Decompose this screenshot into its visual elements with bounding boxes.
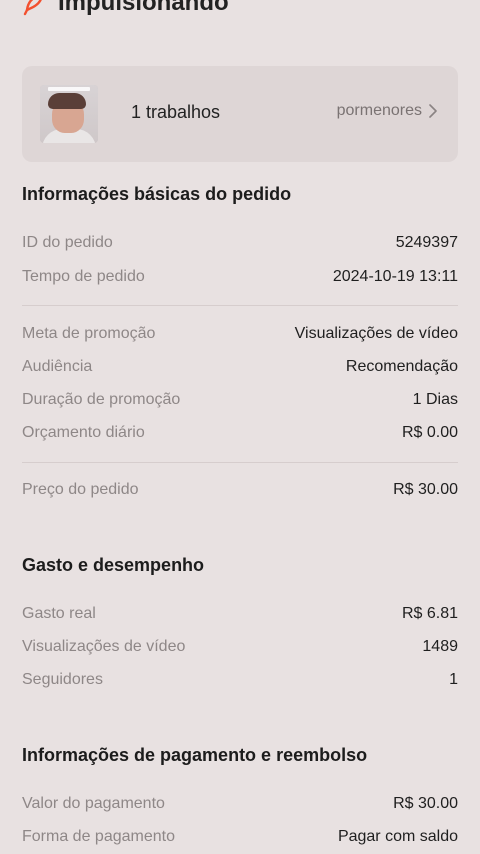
duration-row: Duração de promoção 1 Dias [22,389,458,411]
divider [22,305,458,306]
payment-title: Informações de pagamento e reembolso [22,745,368,765]
payment-method-value: Pagar com saldo [337,828,458,845]
price-value: R$ 30.00 [393,481,458,498]
followers-label: Seguidores [22,671,103,688]
spent-row: Gasto real R$ 6.81 [22,603,458,625]
budget-label: Orçamento diário [22,424,145,441]
divider [22,462,458,463]
work-count: 1 trabalhos [131,102,221,122]
duration-value: 1 Dias [412,391,458,408]
payment-amount-label: Valor do pagamento [22,795,165,812]
video-thumbnail[interactable] [40,85,98,143]
audience-row: Audiência Recomendação [22,356,458,378]
details-label: pormenores [336,102,422,119]
goal-row: Meta de promoção Visualizações de vídeo [22,323,458,345]
duration-label: Duração de promoção [22,391,181,408]
audience-label: Audiência [22,358,93,375]
page-title: Impulsionando [58,0,229,16]
payment-amount-row: Valor do pagamento R$ 30.00 [22,793,458,815]
order-id-row: ID do pedido 5249397 [22,232,458,254]
payment-method-row: Forma de pagamento Pagar com saldo [22,826,458,848]
price-row: Preço do pedido R$ 30.00 [22,479,458,501]
boost-icon [23,0,42,16]
views-value: 1489 [422,638,458,655]
budget-row: Orçamento diário R$ 0.00 [22,422,458,444]
order-time-label: Tempo de pedido [22,268,145,285]
order-id-value: 5249397 [395,234,458,251]
payment-amount-value: R$ 30.00 [393,795,458,812]
goal-value: Visualizações de vídeo [294,325,458,342]
spent-value: R$ 6.81 [401,605,458,622]
followers-row: Seguidores 1 [22,669,458,691]
work-card[interactable]: 1 trabalhos pormenores [22,66,458,162]
audience-value: Recomendação [345,358,458,375]
budget-value: R$ 0.00 [401,424,458,441]
order-id-label: ID do pedido [22,234,113,251]
order-time-value: 2024-10-19 13:11 [332,268,458,285]
performance-title: Gasto e desempenho [22,555,205,575]
views-label: Visualizações de vídeo [22,638,186,655]
followers-value: 1 [449,671,458,688]
status-header: Impulsionando [22,0,229,18]
basic-info-title: Informações básicas do pedido [22,184,292,204]
chevron-right-icon [429,104,437,118]
views-row: Visualizações de vídeo 1489 [22,636,458,658]
payment-method-label: Forma de pagamento [22,828,175,845]
goal-label: Meta de promoção [22,325,156,342]
price-label: Preço do pedido [22,481,139,498]
order-time-row: Tempo de pedido 2024-10-19 13:11 [22,266,458,288]
details-link[interactable]: pormenores [337,102,438,120]
spent-label: Gasto real [22,605,96,622]
